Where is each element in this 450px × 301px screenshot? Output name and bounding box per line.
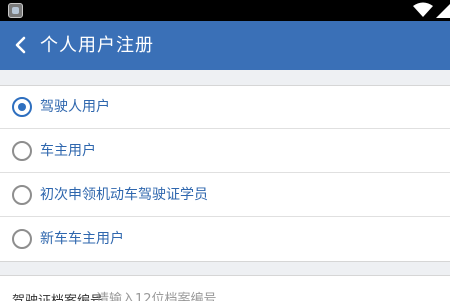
option-label: 驾驶人用户	[40, 99, 110, 115]
status-bar	[0, 0, 450, 21]
chevron-left-icon	[15, 36, 26, 54]
license-number-field: 驾驶证档案编号	[0, 275, 450, 301]
option-label: 新车车主用户	[40, 231, 124, 247]
divider	[0, 216, 450, 217]
user-type-option-new-car-owner[interactable]: 新车车主用户	[0, 218, 450, 261]
license-number-label: 驾驶证档案编号	[12, 290, 103, 301]
option-label: 车主用户	[40, 143, 96, 159]
signal-icon	[436, 4, 450, 18]
radio-button[interactable]	[12, 185, 32, 205]
user-type-option-owner[interactable]: 车主用户	[0, 130, 450, 173]
divider	[0, 172, 450, 173]
back-button[interactable]	[8, 33, 32, 57]
user-type-option-driver[interactable]: 驾驶人用户	[0, 86, 450, 129]
radio-button[interactable]	[12, 229, 32, 249]
app-icon	[8, 3, 23, 18]
divider	[0, 128, 450, 129]
page-title: 个人用户注册	[40, 35, 154, 56]
radio-button[interactable]	[12, 141, 32, 161]
user-type-option-learner[interactable]: 初次申领机动车驾驶证学员	[0, 174, 450, 217]
user-type-list: 驾驶人用户 车主用户 初次申领机动车驾驶证学员 新车车主用户	[0, 85, 450, 262]
wifi-icon	[413, 2, 433, 17]
option-label: 初次申领机动车驾驶证学员	[40, 187, 208, 203]
radio-button[interactable]	[12, 97, 32, 117]
license-number-input[interactable]	[96, 290, 396, 301]
